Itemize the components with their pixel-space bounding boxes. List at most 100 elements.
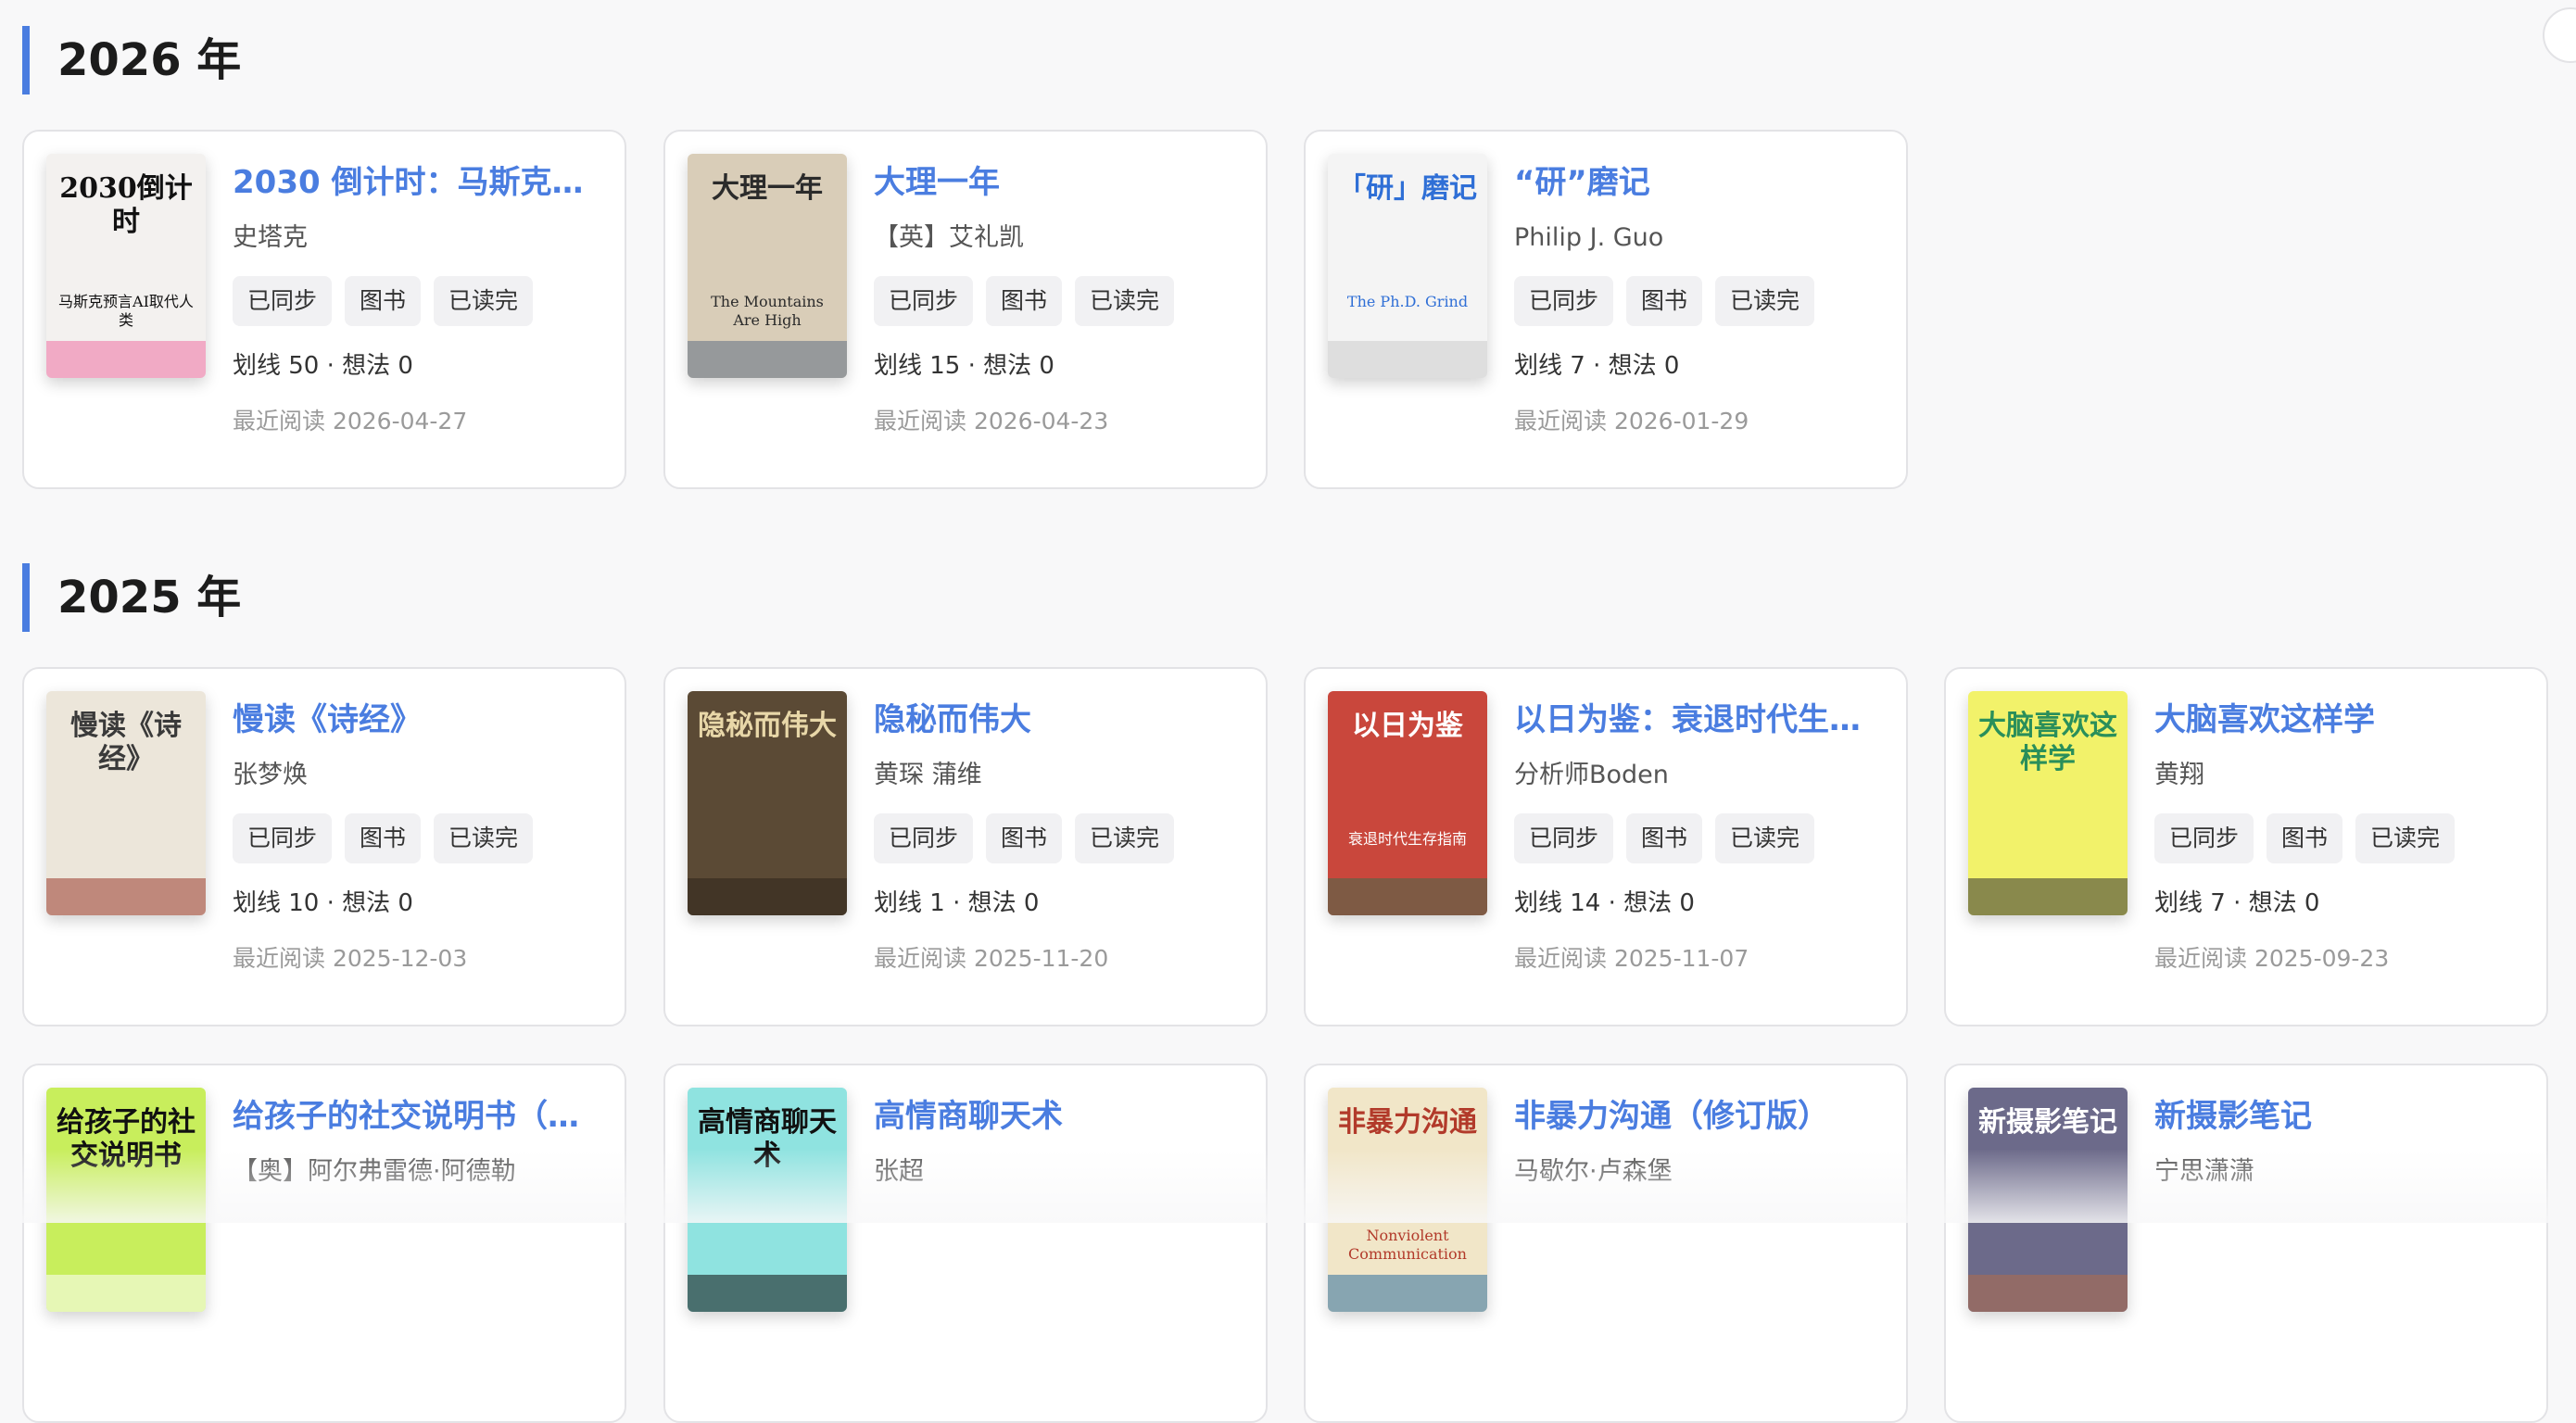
book-title[interactable]: 大理一年 (874, 161, 1247, 204)
book-author: 黄琛 蒲维 (874, 761, 982, 789)
tag-book[interactable]: 图书 (986, 276, 1063, 326)
book-card[interactable]: 大脑喜欢这样学 大脑喜欢这样学黄翔已同步 图书 已读完划线 7 · 想法 0 最近阅读 … (1944, 667, 2548, 1026)
cover-title: 慢读《诗经》 (70, 710, 182, 775)
tag-synced[interactable]: 已同步 (233, 276, 333, 326)
recent-read-date: 最近阅读 2025-09-23 (2154, 945, 2390, 972)
tag-finished[interactable]: 已读完 (2355, 813, 2456, 863)
book-cover[interactable]: 高情商聊天术 (688, 1088, 847, 1312)
book-card[interactable]: 非暴力沟通 Nonviolent Communication 非暴力沟通（修订版） 马… (1304, 1064, 1908, 1423)
book-author: 张超 (874, 1157, 924, 1186)
book-title[interactable]: 高情商聊天术 (874, 1095, 1247, 1138)
book-card[interactable]: 高情商聊天术 高情商聊天术 张超 (663, 1064, 1268, 1423)
recent-read-date (874, 1340, 1247, 1371)
book-stats: 划线 50 · 想法 0 (233, 352, 413, 380)
tag-book[interactable]: 图书 (1626, 813, 1703, 863)
tag-book[interactable]: 图书 (986, 813, 1063, 863)
recent-read-date: 最近阅读 2025-11-07 (1514, 945, 1749, 972)
book-cover[interactable]: 2030倒计时 马斯克预言AI取代人类 (46, 154, 206, 378)
book-info: 新摄影笔记 宁思潇潇 (2154, 1095, 2528, 1371)
book-card[interactable]: 隐秘而伟大 隐秘而伟大 黄琛 蒲维 已同步 图书 已读完 划线 1 · 想法 0 最近阅读 2… (663, 667, 1268, 1026)
book-cover[interactable]: 大理一年 The Mountains Are High (688, 154, 847, 378)
recent-read-date: 最近阅读 2026-04-23 (874, 408, 1109, 434)
book-title[interactable]: 2030 倒计时：马斯克预... (233, 161, 606, 204)
book-cover[interactable]: 新摄影笔记 (1968, 1088, 2128, 1312)
book-info: 大理一年 【英】艾礼凯 已同步 图书 已读完 划线 15 · 想法 0 最近阅读 2026-… (874, 161, 1247, 437)
tag-book[interactable]: 图书 (345, 813, 422, 863)
year-heading: 2026 年 (22, 26, 241, 94)
book-card[interactable]: 「研」磨记 The Ph.D. Grind “研”磨记 Philip J. Guo 已同… (1304, 130, 1908, 489)
tag-synced[interactable]: 已同步 (874, 276, 974, 326)
book-tags (874, 1210, 1247, 1260)
tag-book[interactable]: 图书 (1626, 276, 1703, 326)
book-tags: 已同步 图书 已读完 (874, 813, 1247, 863)
cover-title: 非暴力沟通 (1338, 1106, 1477, 1139)
book-info: 高情商聊天术 张超 (874, 1095, 1247, 1371)
book-cover[interactable]: 隐秘而伟大 (688, 691, 847, 915)
recent-read-date: 最近阅读 2026-01-29 (1514, 408, 1749, 434)
cover-subtitle: 马斯克预言AI取代人类 (58, 293, 194, 329)
cover-subtitle: The Ph.D. Grind (1346, 293, 1469, 310)
cover-accent-shape (688, 878, 847, 915)
book-tags (1514, 1210, 1888, 1260)
tag-finished[interactable]: 已读完 (434, 813, 534, 863)
tag-book[interactable]: 图书 (2267, 813, 2343, 863)
book-title[interactable]: 非暴力沟通（修订版） (1514, 1095, 1888, 1138)
cover-title: 以日为鉴 (1352, 710, 1463, 742)
book-card[interactable]: 新摄影笔记 新摄影笔记 宁思潇潇 (1944, 1064, 2548, 1423)
tag-synced[interactable]: 已同步 (2154, 813, 2254, 863)
book-title[interactable]: 隐秘而伟大 (874, 699, 1247, 741)
cover-accent-shape (688, 341, 847, 378)
book-title[interactable]: 以日为鉴：衰退时代生存... (1514, 699, 1888, 741)
book-title[interactable]: 大脑喜欢这样学 (2154, 699, 2528, 741)
tag-synced[interactable]: 已同步 (233, 813, 333, 863)
cover-accent-shape (1968, 878, 2128, 915)
book-author: Philip J. Guo (1514, 223, 1664, 252)
book-title[interactable]: “研”磨记 (1514, 161, 1888, 204)
tag-synced[interactable]: 已同步 (1514, 276, 1614, 326)
book-stats: 划线 7 · 想法 0 (2154, 889, 2320, 917)
book-card[interactable]: 给孩子的社交说明书 给孩子的社交说明书（轻... 【奥】阿尔弗雷德·阿德勒 (22, 1064, 626, 1423)
book-stats: 划线 7 · 想法 0 (1514, 352, 1680, 380)
tag-finished[interactable]: 已读完 (1715, 813, 1815, 863)
tag-finished[interactable]: 已读完 (434, 276, 534, 326)
book-cover[interactable]: 「研」磨记 The Ph.D. Grind (1328, 154, 1487, 378)
book-card[interactable]: 慢读《诗经》 慢读《诗经》 张梦焕 已同步 图书 已读完 划线 10 · 想法 0 最近阅读 … (22, 667, 626, 1026)
book-card[interactable]: 以日为鉴 衰退时代生存指南 以日为鉴：衰退时代生存... 分析师Boden 已同步 图书已… (1304, 667, 1908, 1026)
book-author: 宁思潇潇 (2154, 1157, 2254, 1186)
book-title[interactable]: 慢读《诗经》 (233, 699, 606, 741)
tag-synced[interactable]: 已同步 (1514, 813, 1614, 863)
tag-finished[interactable]: 已读完 (1075, 276, 1175, 326)
book-cover[interactable]: 给孩子的社交说明书 (46, 1088, 206, 1312)
book-card[interactable]: 2030倒计时 马斯克预言AI取代人类 2030 倒计时：马斯克预... 史塔克 已同步… (22, 130, 626, 489)
cover-accent-shape (1328, 878, 1487, 915)
tag-finished[interactable]: 已读完 (1715, 276, 1815, 326)
book-stats (874, 1284, 1247, 1316)
book-info: 大脑喜欢这样学黄翔已同步 图书 已读完划线 7 · 想法 0 最近阅读 2025-09… (2154, 699, 2528, 975)
cover-accent-shape (1968, 1275, 2128, 1312)
book-author: 黄翔 (2154, 761, 2204, 789)
cover-accent-shape (688, 1275, 847, 1312)
tag-synced[interactable]: 已同步 (874, 813, 974, 863)
book-card[interactable]: 大理一年 The Mountains Are High 大理一年【英】艾礼凯已同步图… (663, 130, 1268, 489)
book-stats: 划线 10 · 想法 0 (233, 889, 413, 917)
book-author: 分析师Boden (1514, 761, 1669, 789)
book-cover[interactable]: 以日为鉴 衰退时代生存指南 (1328, 691, 1487, 915)
book-tags: 已同步 图书 已读完 (233, 276, 606, 326)
book-tags (2154, 1210, 2528, 1260)
book-cover[interactable]: 非暴力沟通 Nonviolent Communication (1328, 1088, 1487, 1312)
cover-title: 大脑喜欢这样学 (1978, 710, 2117, 775)
book-cover[interactable]: 慢读《诗经》 (46, 691, 206, 915)
tag-finished[interactable]: 已读完 (1075, 813, 1175, 863)
recent-read-date (2154, 1340, 2528, 1371)
cover-subtitle: The Mountains Are High (711, 293, 824, 329)
book-author: 【英】艾礼凯 (874, 223, 1024, 252)
book-cover[interactable]: 大脑喜欢这样学 (1968, 691, 2128, 915)
cover-accent-shape (46, 878, 206, 915)
book-title[interactable]: 给孩子的社交说明书（轻... (233, 1095, 606, 1138)
book-title[interactable]: 新摄影笔记 (2154, 1095, 2528, 1138)
tag-book[interactable]: 图书 (345, 276, 422, 326)
book-tags: 已同步 图书 已读完 (233, 813, 606, 863)
floating-button[interactable] (2543, 7, 2576, 63)
cover-title: 隐秘而伟大 (698, 710, 837, 742)
book-stats: 划线 14 · 想法 0 (1514, 889, 1695, 917)
